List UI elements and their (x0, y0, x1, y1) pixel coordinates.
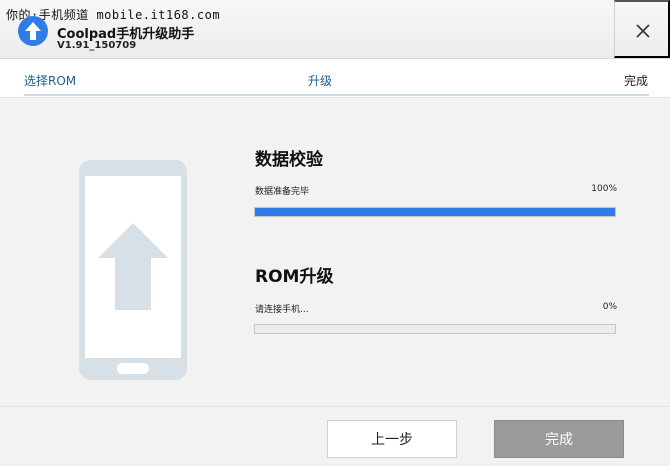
verify-percent: 100% (591, 184, 617, 194)
step-indicator: 选择ROM 升级 完成 (0, 59, 670, 98)
upgrade-percent: 0% (602, 302, 617, 312)
phone-upgrade-icon (77, 158, 189, 386)
verify-status: 数据准备完毕 (255, 187, 310, 197)
upload-arrow-icon (18, 16, 48, 46)
verify-progress-bar (254, 207, 616, 217)
step-upgrade: 升级 (308, 74, 333, 88)
close-button[interactable] (614, 0, 670, 58)
upgrade-assistant-window: 你的·手机频道 mobile.it168.com Coolpad手机升级助手 V… (0, 0, 670, 466)
step-progress-line (24, 94, 649, 96)
finish-button[interactable]: 完成 (494, 420, 624, 458)
verify-progress-fill (255, 208, 615, 216)
upgrade-title: ROM升级 (255, 267, 334, 287)
verify-title: 数据校验 (255, 150, 323, 170)
title-bar: 你的·手机频道 mobile.it168.com Coolpad手机升级助手 V… (0, 0, 670, 59)
step-finish: 完成 (624, 74, 649, 88)
app-version: V1.91_150709 (57, 40, 137, 51)
step-select-rom: 选择ROM (24, 74, 77, 88)
close-icon (636, 24, 650, 38)
previous-step-button[interactable]: 上一步 (327, 420, 457, 458)
upgrade-status: 请连接手机... (255, 305, 309, 315)
footer: 上一步 完成 (0, 406, 670, 466)
upgrade-progress-bar (254, 324, 616, 334)
